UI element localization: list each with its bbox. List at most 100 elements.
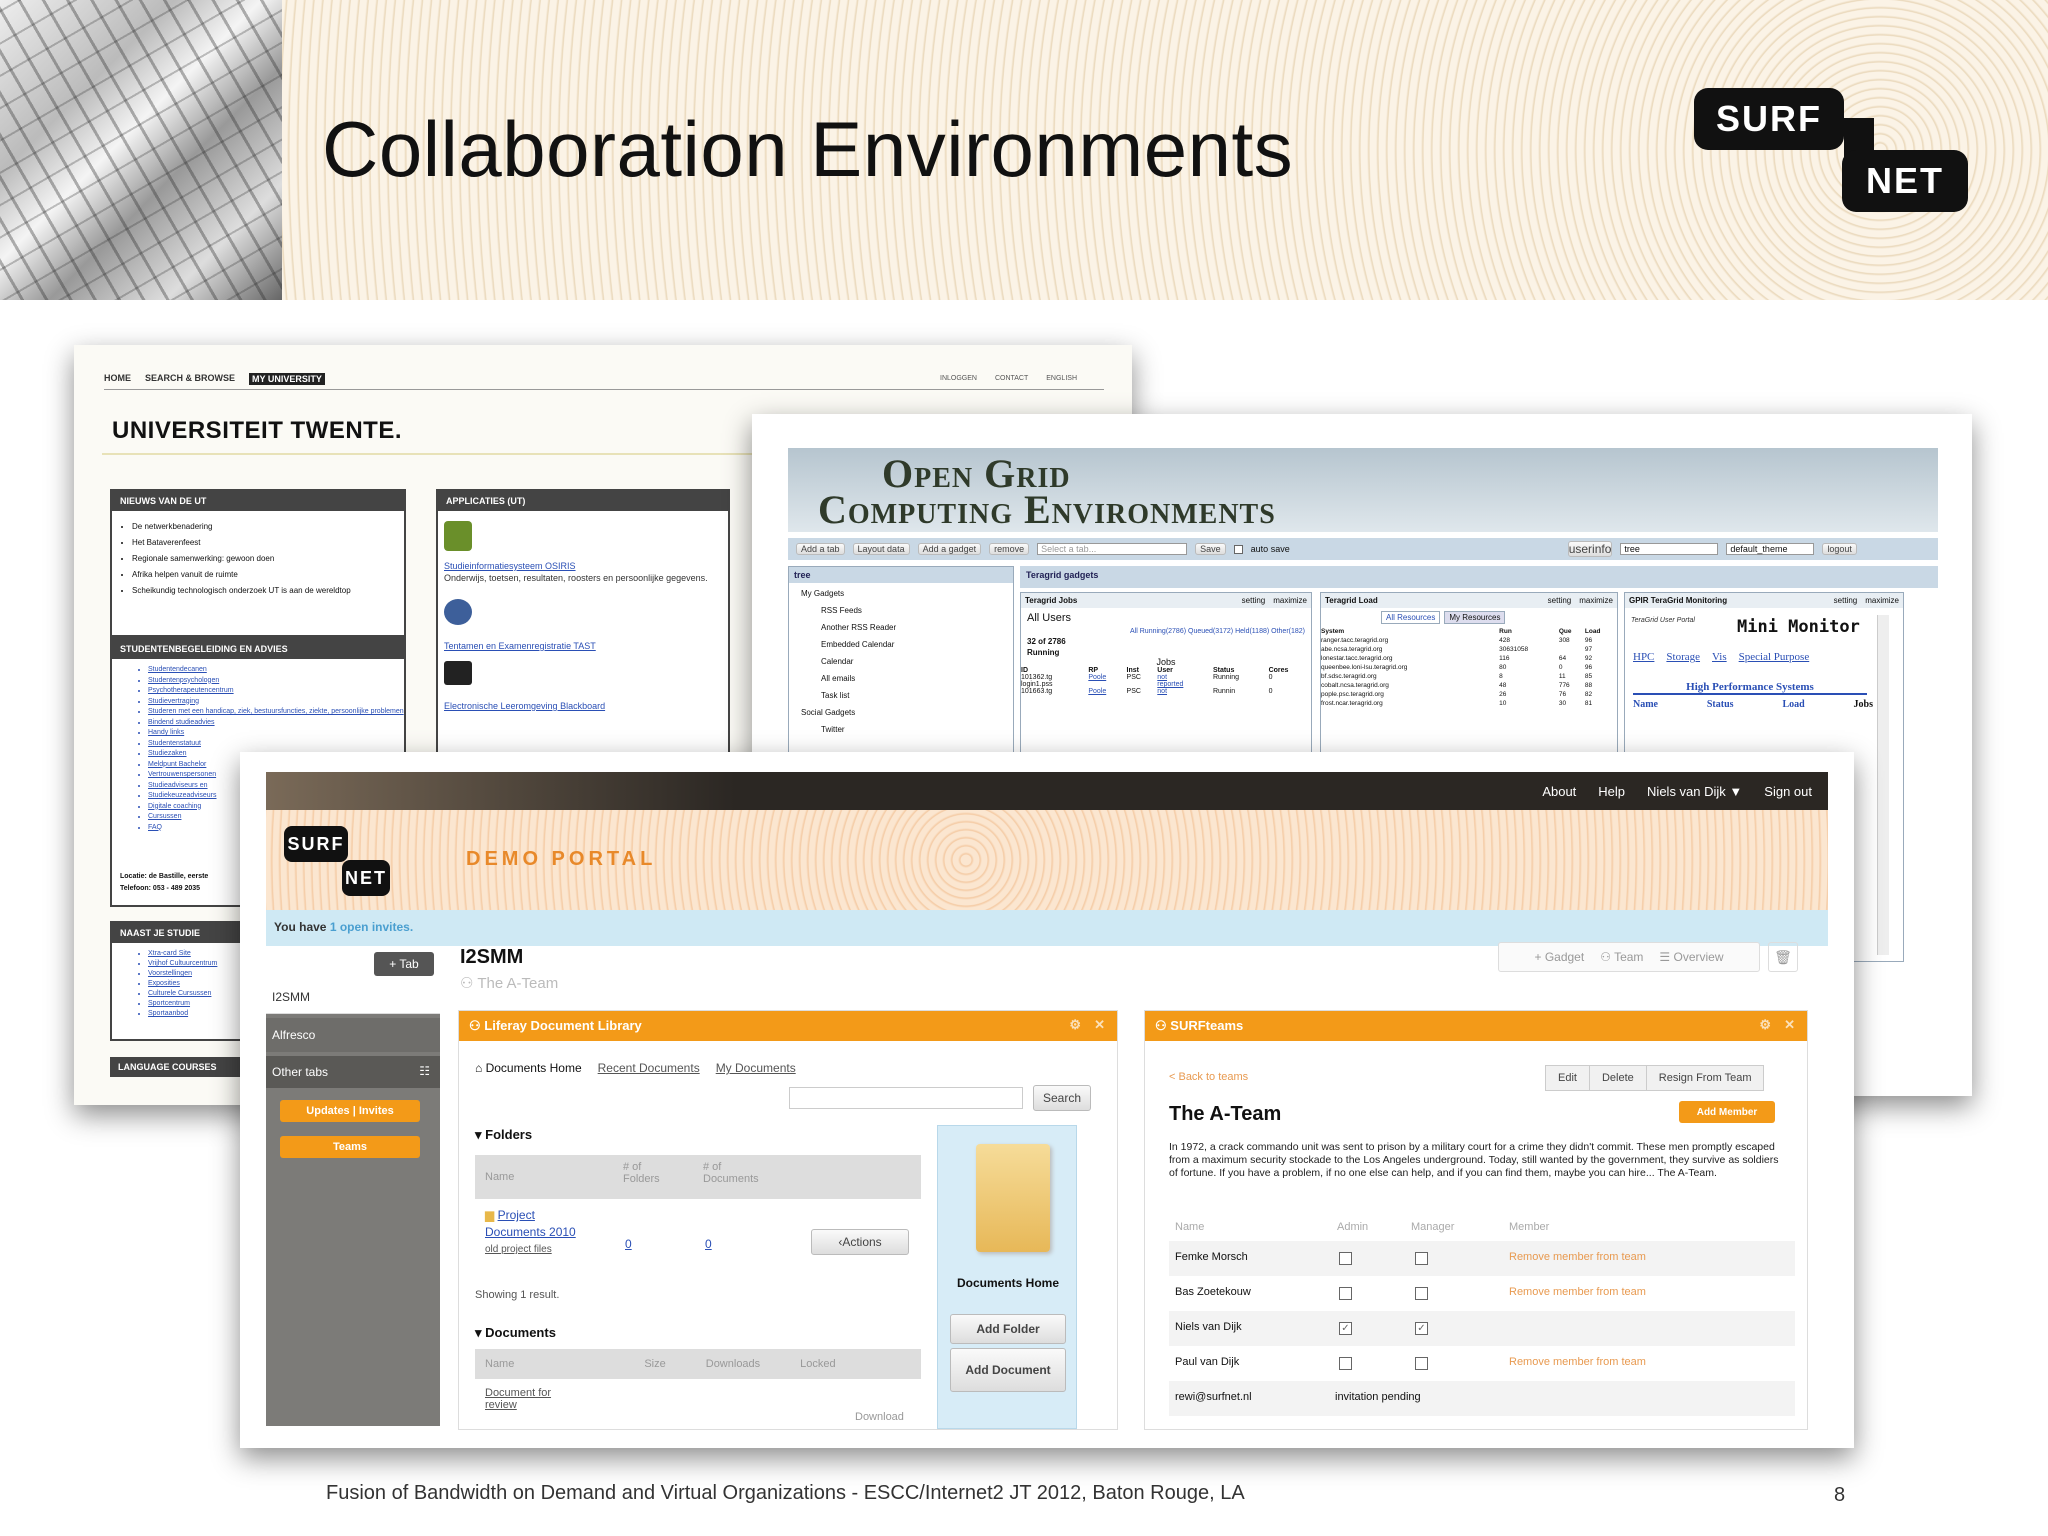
- news-item[interactable]: De netwerkbenadering: [132, 519, 404, 535]
- manager-checkbox[interactable]: [1415, 1357, 1428, 1370]
- invite-link[interactable]: 1 open invites.: [330, 920, 413, 934]
- storage-link[interactable]: Storage: [1666, 651, 1700, 663]
- news-item[interactable]: Scheikundig technologisch onderzoek UT i…: [132, 583, 404, 599]
- special-purpose-link[interactable]: Special Purpose: [1739, 651, 1810, 663]
- select-tab-dropdown[interactable]: Select a tab...: [1037, 543, 1188, 555]
- sign-out-link[interactable]: Sign out: [1764, 784, 1812, 799]
- add-tab-button[interactable]: + Tab: [374, 952, 434, 976]
- setting-link[interactable]: setting: [1834, 596, 1858, 605]
- remove-member-link[interactable]: Remove member from team: [1509, 1286, 1646, 1298]
- admin-checkbox[interactable]: [1339, 1357, 1352, 1370]
- overview-button[interactable]: ☰ Overview: [1659, 950, 1723, 964]
- about-link[interactable]: About: [1542, 784, 1576, 799]
- cell[interactable]: reported: [1157, 681, 1213, 688]
- add-document-button[interactable]: Add Document: [950, 1348, 1066, 1392]
- admin-checkbox-checked[interactable]: ✓: [1339, 1322, 1352, 1335]
- manager-checkbox-checked[interactable]: ✓: [1415, 1322, 1428, 1335]
- add-gadget-button[interactable]: + Gadget: [1534, 950, 1584, 964]
- news-item[interactable]: Het Bataverenfeest: [132, 535, 404, 551]
- download-link[interactable]: Download: [855, 1411, 904, 1423]
- tree-item-folder[interactable]: Social Gadgets: [801, 704, 1013, 721]
- hpc-link[interactable]: HPC: [1633, 651, 1654, 663]
- help-link[interactable]: Help: [1598, 784, 1625, 799]
- add-member-button[interactable]: Add Member: [1679, 1101, 1775, 1123]
- updates-invites-button[interactable]: Updates | Invites: [280, 1100, 420, 1122]
- nav-my-university[interactable]: MY UNIVERSITY: [249, 373, 325, 385]
- tree-item[interactable]: Twitter: [801, 721, 1013, 738]
- layout-data-button[interactable]: Layout data: [852, 543, 910, 555]
- maximize-link[interactable]: maximize: [1273, 596, 1307, 605]
- tree-item[interactable]: All emails: [801, 670, 1013, 687]
- setting-link[interactable]: setting: [1242, 596, 1266, 605]
- study-item[interactable]: Psychotherapeutencentrum: [148, 686, 404, 697]
- scrollbar[interactable]: [1877, 615, 1889, 955]
- save-button[interactable]: Save: [1195, 543, 1226, 555]
- folder-count[interactable]: 0: [625, 1237, 632, 1251]
- add-tab-button[interactable]: Add a tab: [796, 543, 845, 555]
- close-icon[interactable]: ✕: [1094, 1017, 1105, 1033]
- actions-button[interactable]: ‹ Actions: [811, 1229, 909, 1255]
- my-documents-link[interactable]: My Documents: [716, 1061, 796, 1075]
- study-item[interactable]: Studeren met een handicap, ziek, bestuur…: [148, 707, 404, 718]
- admin-checkbox[interactable]: [1339, 1252, 1352, 1265]
- folder-name[interactable]: Project Documents 2010: [485, 1208, 576, 1239]
- cell[interactable]: not: [1157, 688, 1213, 695]
- study-item[interactable]: Bindend studieadvies: [148, 718, 404, 729]
- app-blackboard-link[interactable]: Electronische Leeromgeving Blackboard: [444, 701, 605, 711]
- theme-dropdown[interactable]: default_theme: [1726, 543, 1815, 555]
- tree-item-folder[interactable]: My Gadgets: [801, 585, 1013, 602]
- tree-item[interactable]: Another RSS Reader: [801, 619, 1013, 636]
- sidebar-item-alfresco[interactable]: Alfresco: [266, 1018, 440, 1052]
- tree-item[interactable]: RSS Feeds: [801, 602, 1013, 619]
- gear-icon[interactable]: ⚙: [1759, 1017, 1771, 1033]
- back-link[interactable]: < Back to teams: [1169, 1071, 1248, 1083]
- jobs-filter[interactable]: All Running(2786) Queued(3172) Held(1188…: [1021, 628, 1311, 635]
- study-item[interactable]: Studentendecanen: [148, 665, 404, 676]
- maximize-link[interactable]: maximize: [1865, 596, 1899, 605]
- team-button[interactable]: ⚇ Team: [1600, 950, 1643, 964]
- add-gadget-button[interactable]: Add a gadget: [917, 543, 982, 555]
- nav-search-browse[interactable]: SEARCH & BROWSE: [145, 373, 235, 385]
- document-link[interactable]: Document for review: [485, 1387, 575, 1411]
- search-button[interactable]: Search: [1033, 1085, 1091, 1111]
- auto-save-checkbox[interactable]: [1233, 544, 1243, 554]
- app-tast-link[interactable]: Tentamen en Examenregistratie TAST: [444, 641, 596, 651]
- news-item[interactable]: Regionale samenwerking: gewoon doen: [132, 551, 404, 567]
- tree-item[interactable]: Embedded Calendar: [801, 636, 1013, 653]
- tree-item[interactable]: Task list: [801, 687, 1013, 704]
- recent-documents-link[interactable]: Recent Documents: [598, 1061, 700, 1075]
- maximize-link[interactable]: maximize: [1579, 596, 1613, 605]
- gear-icon[interactable]: ⚙: [1069, 1017, 1081, 1033]
- user-menu[interactable]: Niels van Dijk ▼: [1647, 784, 1742, 799]
- logout-button[interactable]: logout: [1822, 543, 1857, 555]
- study-item[interactable]: Studievertraging: [148, 697, 404, 708]
- all-users-select[interactable]: All Users: [1021, 608, 1311, 628]
- tree-item[interactable]: Calendar: [801, 653, 1013, 670]
- remove-member-link[interactable]: Remove member from team: [1509, 1356, 1646, 1368]
- study-item[interactable]: Studentenstatuut: [148, 739, 404, 750]
- manager-checkbox[interactable]: [1415, 1252, 1428, 1265]
- nav-contact[interactable]: CONTACT: [995, 375, 1028, 382]
- tab-my-resources[interactable]: My Resources: [1444, 611, 1506, 624]
- add-folder-button[interactable]: Add Folder: [950, 1314, 1066, 1344]
- app-osiris-link[interactable]: Studieinformatiesysteem OSIRIS: [444, 561, 576, 571]
- teams-button[interactable]: Teams: [280, 1136, 420, 1158]
- doc-count[interactable]: 0: [705, 1237, 712, 1251]
- nav-inloggen[interactable]: INLOGGEN: [940, 375, 977, 382]
- setting-link[interactable]: setting: [1548, 596, 1572, 605]
- remove-button[interactable]: remove: [989, 543, 1030, 555]
- remove-member-link[interactable]: Remove member from team: [1509, 1251, 1646, 1263]
- cell[interactable]: Poole: [1088, 674, 1126, 681]
- trash-icon[interactable]: 🗑: [1768, 942, 1798, 972]
- sidebar-item-other-tabs[interactable]: Other tabs ☷: [266, 1056, 440, 1088]
- userinfo-button[interactable]: userinfo: [1567, 541, 1613, 557]
- cell[interactable]: Poole: [1088, 688, 1126, 695]
- tab-all-resources[interactable]: All Resources: [1381, 611, 1441, 624]
- news-item[interactable]: Afrika helpen vanuit de ruimte: [132, 567, 404, 583]
- search-input[interactable]: [789, 1087, 1023, 1109]
- resign-button[interactable]: Resign From Team: [1647, 1066, 1764, 1090]
- nav-home[interactable]: HOME: [104, 373, 131, 385]
- vis-link[interactable]: Vis: [1712, 651, 1727, 663]
- edit-button[interactable]: Edit: [1546, 1066, 1590, 1090]
- sidebar-item-i2smm[interactable]: I2SMM: [266, 980, 440, 1014]
